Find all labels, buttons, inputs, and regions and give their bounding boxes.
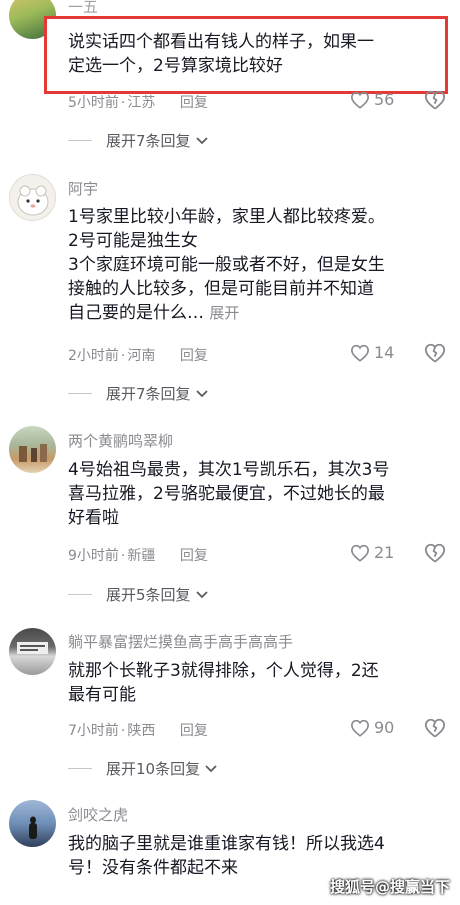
comment-username[interactable]: 剑咬之虎 xyxy=(68,804,128,825)
comment-time: 7小时前 xyxy=(68,723,119,739)
broken-heart-icon[interactable] xyxy=(424,542,446,564)
avatar[interactable] xyxy=(9,628,56,675)
comment-username[interactable]: 一五 xyxy=(68,0,98,17)
comment-text: 1号家里比较小年龄，家里人都比较疼爱。 2号可能是独生女 3个家庭环境可能一般或… xyxy=(68,207,385,323)
photo-avatar-icon xyxy=(19,444,47,462)
comment-location: 河南 xyxy=(127,348,156,364)
comment-meta: 2小时前 · 河南 回复 xyxy=(68,348,208,364)
comment-location: 陕西 xyxy=(127,723,156,739)
comment-username[interactable]: 躺平暴富摆烂摸鱼高手高手高高手 xyxy=(68,631,293,652)
photo-avatar-icon xyxy=(29,816,37,839)
expand-replies-button[interactable]: 展开7条回复 xyxy=(68,130,209,151)
comment-text: 我的脑子里就是谁重谁家有钱！所以我选4 号！没有条件都起不来 xyxy=(68,834,385,878)
divider xyxy=(68,594,92,595)
expand-text-button[interactable]: 展开 xyxy=(209,304,239,322)
comment-meta: 9小时前 · 新疆 回复 xyxy=(68,548,208,564)
broken-heart-icon[interactable] xyxy=(424,717,446,739)
like-count: 90 xyxy=(374,718,395,737)
cartoon-avatar-icon xyxy=(17,185,49,216)
like-button[interactable]: 90 xyxy=(350,718,394,737)
divider xyxy=(68,393,92,394)
broken-heart-icon[interactable] xyxy=(424,89,446,111)
heart-outline-icon xyxy=(350,344,370,362)
comment-meta: 5小时前 · 江苏 回复 xyxy=(68,95,208,111)
comment-username[interactable]: 两个黄鹂鸣翠柳 xyxy=(68,430,173,451)
comment-meta: 7小时前 · 陕西 回复 xyxy=(68,723,208,739)
comment-time: 2小时前 xyxy=(68,348,119,364)
heart-outline-icon xyxy=(350,91,370,109)
avatar[interactable] xyxy=(9,174,56,221)
chevron-down-icon xyxy=(195,136,208,144)
expand-replies-button[interactable]: 展开5条回复 xyxy=(68,584,209,605)
avatar[interactable] xyxy=(9,800,56,847)
reply-button[interactable]: 回复 xyxy=(180,723,208,739)
chevron-down-icon xyxy=(205,764,217,772)
heart-outline-icon xyxy=(350,544,370,562)
like-button[interactable]: 56 xyxy=(350,90,394,109)
watermark: 搜狐号@搜赢当下 xyxy=(329,878,450,896)
comment-text: 就那个长靴子3就得排除，个人觉得，2还 最有可能 xyxy=(68,661,379,705)
photo-avatar-icon xyxy=(17,642,48,654)
divider xyxy=(68,140,92,141)
like-count: 56 xyxy=(374,90,395,109)
reply-button[interactable]: 回复 xyxy=(180,95,208,111)
comment-text: 说实话四个都看出有钱人的样子，如果一 定选一个，2号算家境比较好 xyxy=(68,32,374,76)
reply-button[interactable]: 回复 xyxy=(180,348,208,364)
avatar[interactable] xyxy=(9,426,56,473)
comment-username[interactable]: 阿宇 xyxy=(68,178,98,199)
like-count: 21 xyxy=(374,543,395,562)
chevron-down-icon xyxy=(195,389,208,397)
expand-replies-button[interactable]: 展开10条回复 xyxy=(68,758,218,779)
expand-replies-button[interactable]: 展开7条回复 xyxy=(68,383,209,404)
broken-heart-icon[interactable] xyxy=(424,342,446,364)
like-button[interactable]: 14 xyxy=(350,343,394,362)
like-count: 14 xyxy=(374,343,395,362)
comment-location: 江苏 xyxy=(127,95,156,111)
comment-time: 5小时前 xyxy=(68,95,119,111)
heart-outline-icon xyxy=(350,719,370,737)
chevron-down-icon xyxy=(195,590,208,598)
comment-text: 4号始祖鸟最贵，其次1号凯乐石，其次3号 喜马拉雅，2号骆驼最便宜，不过她长的最… xyxy=(68,460,390,528)
reply-button[interactable]: 回复 xyxy=(180,548,208,564)
divider xyxy=(68,768,92,769)
like-button[interactable]: 21 xyxy=(350,543,394,562)
comment-location: 新疆 xyxy=(127,548,156,564)
comment-time: 9小时前 xyxy=(68,548,119,564)
